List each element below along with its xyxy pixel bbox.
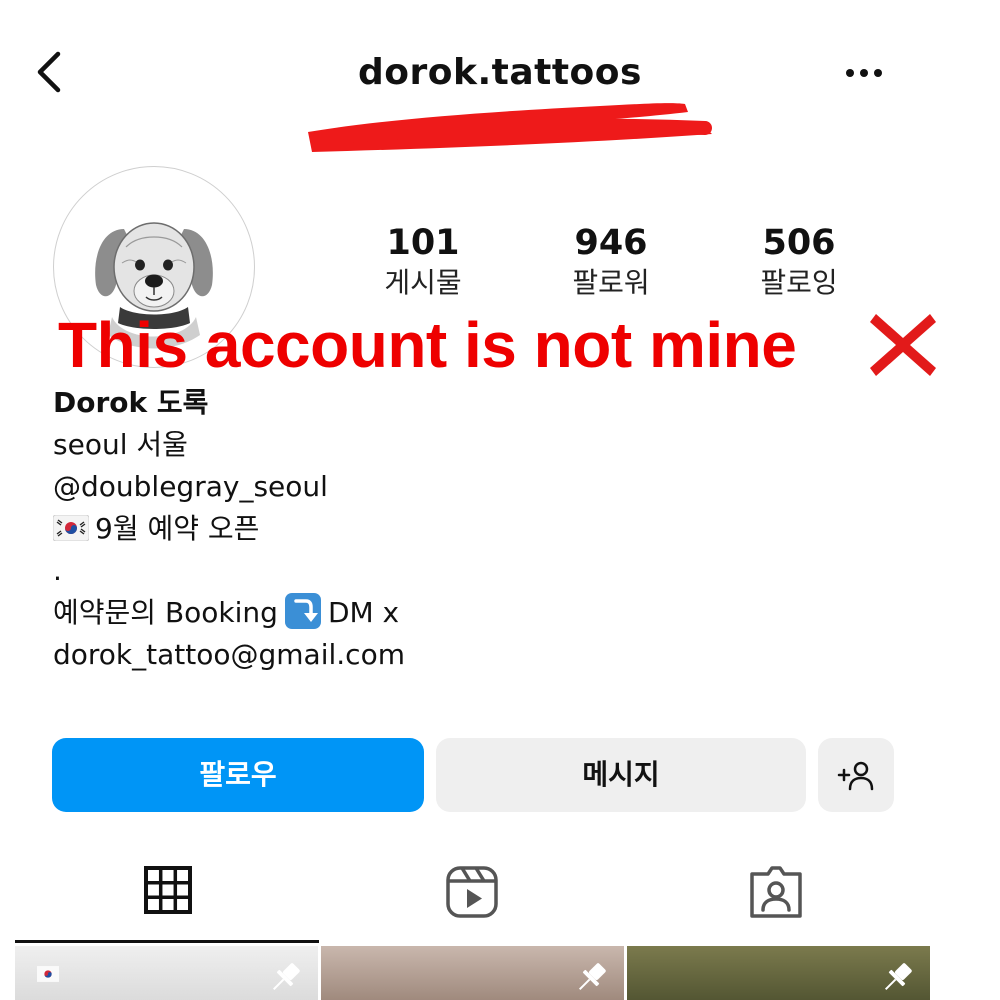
followers-stat[interactable]: 946 팔로워	[536, 222, 686, 302]
post-thumbnail[interactable]	[627, 946, 930, 1000]
tab-posts-grid[interactable]	[142, 864, 198, 920]
tab-reels[interactable]	[444, 864, 500, 920]
bio-dot: .	[53, 554, 62, 587]
active-tab-indicator	[15, 940, 319, 943]
bio-booking: 예약문의 Booking DM x	[53, 592, 933, 634]
korea-flag-icon	[53, 515, 89, 541]
post-thumbnail[interactable]	[15, 946, 318, 1000]
tagged-icon	[750, 866, 802, 918]
following-stat[interactable]: 506 팔로잉	[724, 222, 874, 302]
suggested-accounts-button[interactable]	[818, 738, 894, 812]
message-button[interactable]: 메시지	[436, 738, 806, 812]
posts-stat[interactable]: 101 게시물	[348, 222, 498, 302]
bio-booking-open: 9월 예약 오픈	[53, 508, 933, 550]
korea-flag-icon	[37, 966, 59, 982]
add-person-icon	[837, 761, 874, 791]
followers-count: 946	[574, 223, 648, 263]
following-count: 506	[762, 223, 836, 263]
following-label: 팔로잉	[760, 266, 838, 299]
grid-icon	[144, 866, 192, 914]
bio-dm-text: DM x	[327, 596, 400, 629]
bio-booking-open-text: 9월 예약 오픈	[95, 512, 260, 545]
bio-mention-text[interactable]: @doublegray_seoul	[53, 470, 328, 503]
more-options-button[interactable]	[840, 62, 888, 84]
pin-icon	[578, 963, 606, 991]
posts-count: 101	[386, 223, 460, 263]
bio-email[interactable]: dorok_tattoo@gmail.com	[53, 634, 933, 676]
bio-location: seoul 서울	[53, 428, 188, 461]
not-mine-overlay-text: This account is not mine	[58, 309, 797, 381]
more-horizontal-icon	[846, 69, 882, 77]
tab-tagged[interactable]	[748, 864, 804, 920]
bio-booking-text: 예약문의 Booking	[53, 596, 278, 629]
pin-icon	[884, 963, 912, 991]
bio-mention[interactable]: @doublegray_seoul	[53, 466, 933, 508]
arrow-down-emoji-icon	[284, 593, 321, 629]
followers-label: 팔로워	[572, 266, 650, 299]
follow-button[interactable]: 팔로우	[52, 738, 424, 812]
profile-bio: Dorok 도록 seoul 서울 @doublegray_seoul 9월 예…	[53, 382, 933, 676]
profile-page: dorok.tattoos 101 게시물 946 팔로워 506 팔로잉 Th…	[0, 0, 1000, 1000]
reels-icon	[446, 866, 498, 918]
pin-icon	[272, 963, 300, 991]
posts-label: 게시물	[384, 266, 462, 299]
post-thumbnail[interactable]	[321, 946, 624, 1000]
red-x-icon	[870, 314, 936, 376]
red-scribble-redaction	[308, 103, 712, 152]
display-name: Dorok 도록	[53, 386, 209, 419]
